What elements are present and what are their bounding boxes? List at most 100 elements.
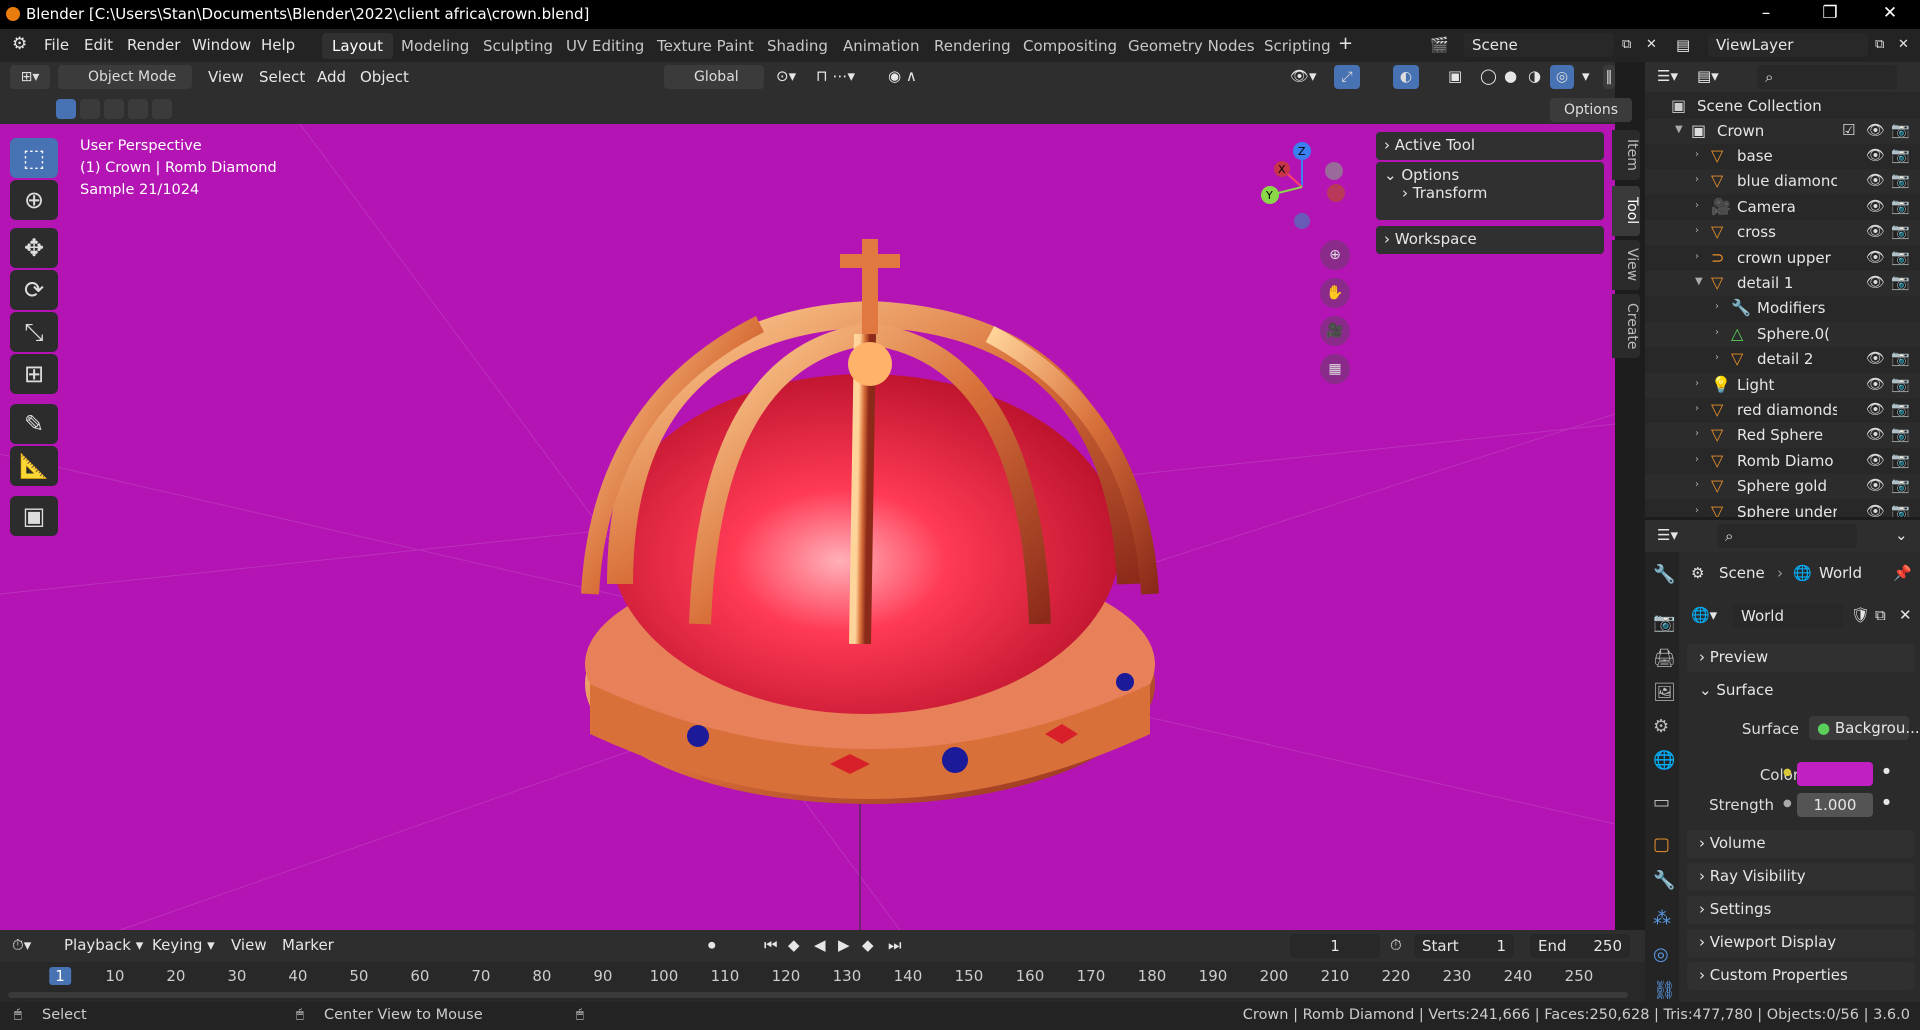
render-camera-icon[interactable]: 📷 [1891, 197, 1910, 215]
scene-selector[interactable]: Scene [1464, 33, 1614, 57]
sidetab-create[interactable]: Create [1612, 294, 1640, 358]
scale-tool-icon[interactable]: ⤡ [10, 312, 58, 352]
annotate-tool-icon[interactable]: ✎ [10, 404, 58, 444]
wireframe-shading-icon[interactable]: ◯ [1480, 67, 1497, 85]
viewport-options-dropdown[interactable]: Options [1550, 98, 1632, 122]
menu-object[interactable]: Object [360, 68, 409, 86]
timeline-ruler[interactable]: 1 10 20 30 40 50 60 70 80 90 100 110 120 130 140 150 160… [0, 962, 1645, 1002]
expand-arrow-icon[interactable]: ▼ [1675, 124, 1683, 135]
tab-texture-paint[interactable]: Texture Paint [647, 33, 764, 59]
visibility-icon[interactable]: 👁▾ [1290, 67, 1317, 85]
view-layer-tab-icon[interactable]: 🖼 [1653, 682, 1676, 703]
transform-tool-icon[interactable]: ⊞ [10, 354, 58, 394]
menu-timeline-view[interactable]: View [231, 936, 267, 954]
delete-viewlayer-icon[interactable]: ✕ [1898, 37, 1909, 52]
current-frame-field[interactable]: 1 [1290, 934, 1380, 958]
menu-render[interactable]: Render [127, 36, 180, 54]
render-camera-icon[interactable]: 📷 [1891, 171, 1910, 189]
section-custom-properties[interactable]: › Custom Properties [1687, 962, 1915, 990]
outliner-row[interactable]: › ▽ detail 2 👁 📷 [1645, 347, 1920, 372]
eye-icon[interactable]: 👁 [1866, 476, 1885, 494]
section-preview[interactable]: › Preview [1687, 644, 1915, 672]
npanel-transform-label[interactable]: Transform [1413, 184, 1488, 202]
eye-icon[interactable]: 👁 [1866, 425, 1885, 443]
world-name-field[interactable]: World [1733, 604, 1843, 628]
expand-arrow-icon[interactable]: › [1695, 200, 1699, 211]
eye-icon[interactable]: 👁 [1866, 400, 1885, 418]
render-camera-icon[interactable]: 📷 [1891, 476, 1910, 494]
render-camera-icon[interactable]: 📷 [1891, 146, 1910, 164]
render-camera-icon[interactable]: 📷 [1891, 349, 1910, 367]
object-tab-icon[interactable]: ▢ [1653, 834, 1670, 855]
particles-tab-icon[interactable]: ⁂ [1653, 908, 1671, 929]
outliner-row[interactable]: › ▽ Sphere gold 👁 📷 [1645, 474, 1920, 500]
blender-menu-icon[interactable]: ⚙ [12, 34, 27, 54]
section-ray-visibility[interactable]: › Ray Visibility [1687, 863, 1915, 891]
play-icon[interactable]: ▶ [838, 936, 850, 954]
eye-icon[interactable]: 👁 [1866, 273, 1885, 291]
expand-arrow-icon[interactable]: › [1695, 454, 1699, 465]
keyframe-dot-icon[interactable]: ● [1883, 797, 1890, 806]
preview-range-icon[interactable]: ⏱ [1390, 936, 1402, 954]
unlink-world-icon[interactable]: ✕ [1899, 606, 1912, 624]
menu-select[interactable]: Select [259, 68, 305, 86]
close-icon[interactable]: ✕ [1870, 3, 1910, 23]
tab-sculpting[interactable]: Sculpting [473, 33, 563, 59]
timeline-editor-type-icon[interactable]: ⏱▾ [12, 936, 31, 954]
npanel-active-tool[interactable]: › Active Tool [1376, 132, 1604, 160]
outliner-row[interactable]: › ▽ Red Sphere 👁 📷 [1645, 423, 1920, 449]
jump-end-icon[interactable]: ⏭ [888, 936, 902, 954]
eye-icon[interactable]: 👁 [1866, 146, 1885, 164]
expand-arrow-icon[interactable]: › [1715, 352, 1719, 363]
next-keyframe-icon[interactable]: ◆ [862, 936, 874, 954]
keyframe-dot-icon[interactable]: ● [1883, 766, 1890, 775]
new-world-icon[interactable]: ⧉ [1875, 606, 1886, 624]
outliner-row[interactable]: › 🔧 Modifiers [1645, 296, 1920, 321]
mode-selector[interactable]: Object Mode [58, 65, 192, 89]
zoom-icon[interactable]: ⊕ [1320, 240, 1350, 270]
eye-icon[interactable]: 👁 [1866, 222, 1885, 240]
eye-icon[interactable]: 👁 [1866, 349, 1885, 367]
render-camera-icon[interactable]: 📷 [1891, 248, 1910, 266]
tab-animation[interactable]: Animation [833, 33, 929, 59]
navigation-gizmo[interactable]: Z X Y [1250, 139, 1360, 239]
render-camera-icon[interactable]: 📷 [1891, 273, 1910, 291]
expand-arrow-icon[interactable]: › [1695, 479, 1699, 490]
outliner-row[interactable]: › ⊃ crown upper 👁 📷 [1645, 246, 1920, 271]
render-camera-icon[interactable]: 📷 [1891, 375, 1910, 393]
expand-arrow-icon[interactable]: ▼ [1695, 276, 1703, 287]
expand-arrow-icon[interactable]: › [1695, 378, 1699, 389]
section-settings[interactable]: › Settings [1687, 896, 1915, 924]
section-surface[interactable]: ⌄ Surface [1687, 677, 1915, 705]
section-volume[interactable]: › Volume [1687, 830, 1915, 858]
solid-shading-icon[interactable]: ● [1504, 67, 1517, 85]
render-camera-icon[interactable]: 📷 [1891, 222, 1910, 240]
material-shading-icon[interactable]: ◑ [1528, 67, 1541, 85]
snap-icon[interactable]: ⊓ ⋯▾ [816, 67, 855, 85]
menu-playback[interactable]: Playback ▾ [64, 936, 143, 954]
tab-geometry-nodes[interactable]: Geometry Nodes [1118, 33, 1265, 59]
end-frame-field[interactable]: End 250 [1530, 934, 1630, 958]
shading-options-icon[interactable]: ▾ [1582, 67, 1590, 85]
checkbox-icon[interactable]: ☑ [1842, 121, 1855, 139]
viewlayer-selector[interactable]: ViewLayer [1708, 33, 1868, 57]
render-camera-icon[interactable]: 📷 [1891, 502, 1910, 517]
properties-options-icon[interactable]: ⌄ [1895, 526, 1908, 544]
section-viewport-display[interactable]: › Viewport Display [1687, 929, 1915, 957]
overlay-toggle-icon[interactable]: ◐ [1393, 65, 1419, 89]
properties-editor-type-icon[interactable]: ☰▾ [1657, 526, 1678, 544]
jump-start-icon[interactable]: ⏮ [764, 936, 778, 954]
outliner-row[interactable]: › ▽ blue diamonc 👁 📷 [1645, 169, 1920, 195]
strength-field[interactable]: 1.000 [1797, 793, 1873, 817]
outliner-scene-collection[interactable]: ▣ Scene Collection [1645, 94, 1920, 119]
editor-type-icon[interactable]: ⊞▾ [10, 65, 50, 89]
scene-tab-icon[interactable]: ⚙ [1653, 716, 1669, 737]
properties-search-input[interactable]: ⌕ [1717, 524, 1857, 548]
constraints-tab-icon[interactable]: ⛓ [1653, 980, 1676, 1001]
tab-uv-editing[interactable]: UV Editing [556, 33, 654, 59]
sidetab-item[interactable]: Item [1612, 130, 1640, 180]
tab-rendering[interactable]: Rendering [924, 33, 1021, 59]
expand-arrow-icon[interactable]: › [1695, 251, 1699, 262]
physics-tab-icon[interactable]: ◎ [1653, 944, 1669, 965]
menu-window[interactable]: Window [192, 36, 251, 54]
